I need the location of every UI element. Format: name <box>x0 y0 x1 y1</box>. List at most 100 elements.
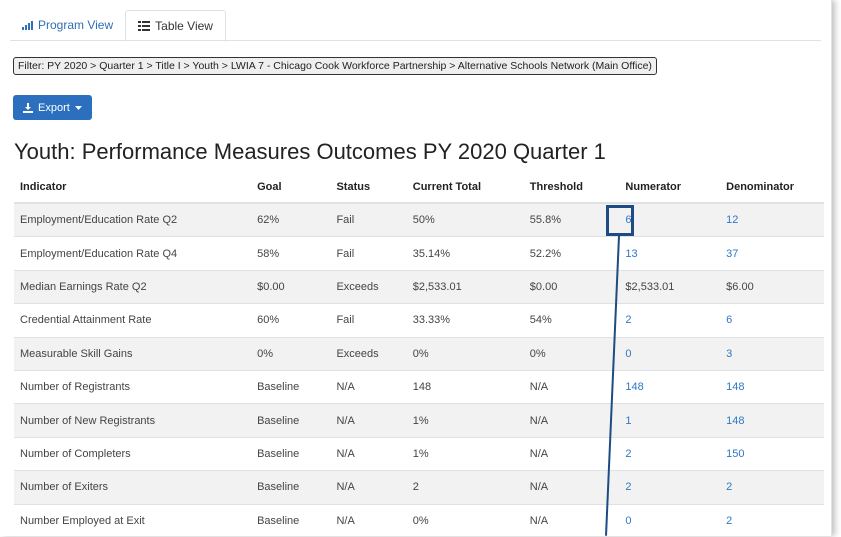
cell-denominator[interactable]: 150 <box>720 436 824 471</box>
cell-goal: Baseline <box>251 503 331 537</box>
cell-numerator[interactable]: 2 <box>619 470 721 505</box>
cell-status: N/A <box>330 503 407 537</box>
cell-current-total: 50% <box>406 202 524 237</box>
cell-indicator: Measurable Skill Gains <box>14 336 252 371</box>
cell-threshold: N/A <box>523 403 620 438</box>
cell-denominator[interactable]: 12 <box>720 202 824 237</box>
cell-numerator[interactable]: 2 <box>619 303 721 338</box>
cell-goal: Baseline <box>251 369 331 404</box>
cell-indicator: Number of Registrants <box>14 369 252 404</box>
export-button[interactable]: Export <box>13 95 92 120</box>
caret-down-icon <box>74 105 82 110</box>
header-numerator[interactable]: Numerator <box>619 172 721 204</box>
cell-numerator[interactable]: 13 <box>619 236 721 271</box>
cell-numerator[interactable]: 148 <box>619 369 721 404</box>
cell-threshold: $0.00 <box>523 269 620 304</box>
header-goal[interactable]: Goal <box>251 172 331 204</box>
cell-status: Exceeds <box>330 336 407 371</box>
cell-goal: 58% <box>251 236 331 271</box>
list-icon <box>138 21 151 31</box>
cell-goal: 0% <box>251 336 331 371</box>
cell-indicator: Number of Completers <box>14 436 252 471</box>
cell-indicator: Employment/Education Rate Q4 <box>14 236 252 271</box>
cell-indicator: Median Earnings Rate Q2 <box>14 269 252 304</box>
table-row: Measurable Skill Gains 0% Exceeds 0% 0% 0 3 <box>14 336 824 371</box>
cell-numerator[interactable]: 0 <box>619 336 721 371</box>
cell-current-total: 35.14% <box>406 236 524 271</box>
export-label: Export <box>38 101 70 114</box>
cell-status: N/A <box>330 436 407 471</box>
cell-goal: Baseline <box>251 436 331 471</box>
cell-current-total: 148 <box>406 369 524 404</box>
cell-numerator[interactable]: 1 <box>619 403 721 438</box>
cell-denominator[interactable]: 148 <box>720 403 824 438</box>
table-row: Number Employed at Exit Baseline N/A 0% N/A 0… <box>14 503 824 537</box>
cell-indicator: Number Employed at Exit <box>14 503 252 537</box>
cell-threshold: 52.2% <box>523 236 620 271</box>
cell-status: Exceeds <box>330 269 407 304</box>
cell-threshold: 55.8% <box>523 202 620 237</box>
cell-indicator: Number of Exiters <box>14 470 252 505</box>
cell-denominator[interactable]: 148 <box>720 369 824 404</box>
cell-current-total: 1% <box>406 436 524 471</box>
cell-current-total: $2,533.01 <box>406 269 524 304</box>
tab-table-view[interactable]: Table View <box>125 10 226 42</box>
table-row: Median Earnings Rate Q2 $0.00 Exceeds $2,53… <box>14 269 824 304</box>
cell-denominator[interactable]: 2 <box>720 470 824 505</box>
cell-current-total: 33.33% <box>406 303 524 338</box>
performance-table: Indicator Goal Status Current Total Thre… <box>14 172 824 537</box>
cell-current-total: 0% <box>406 503 524 537</box>
table-row: Number of New Registrants Baseline N/A 1% N/… <box>14 403 824 438</box>
page-frame: Program View Table View Filter: PY 2020 … <box>0 0 832 537</box>
cell-threshold: N/A <box>523 436 620 471</box>
table-row: Number of Completers Baseline N/A 1% N/A 2 150 <box>14 436 824 471</box>
tab-divider <box>10 40 821 41</box>
cell-current-total: 1% <box>406 403 524 438</box>
header-denominator[interactable]: Denominator <box>720 172 824 204</box>
cell-status: Fail <box>330 236 407 271</box>
table-row: Number of Registrants Baseline N/A 148 N/A 14… <box>14 369 824 404</box>
cell-numerator: $2,533.01 <box>619 269 721 304</box>
header-threshold[interactable]: Threshold <box>523 172 620 204</box>
header-status[interactable]: Status <box>330 172 407 204</box>
cell-status: N/A <box>330 369 407 404</box>
page-title: Youth: Performance Measures Outcomes PY … <box>14 139 606 164</box>
cell-threshold: N/A <box>523 369 620 404</box>
bar-chart-icon <box>22 20 33 30</box>
filter-breadcrumb: Filter: PY 2020 > Quarter 1 > Title I > … <box>13 57 657 75</box>
cell-threshold: N/A <box>523 470 620 505</box>
cell-goal: Baseline <box>251 403 331 438</box>
cell-threshold: 54% <box>523 303 620 338</box>
cell-indicator: Number of New Registrants <box>14 403 252 438</box>
table-row: Employment/Education Rate Q4 58% Fail 35.14… <box>14 236 824 271</box>
table-row: Credential Attainment Rate 60% Fail 33.33% 5… <box>14 303 824 338</box>
cell-denominator[interactable]: 37 <box>720 236 824 271</box>
cell-threshold: 0% <box>523 336 620 371</box>
cell-numerator[interactable]: 6 <box>619 202 721 237</box>
tab-table-view-label: Table View <box>155 19 213 33</box>
cell-status: Fail <box>330 202 407 237</box>
cell-indicator: Employment/Education Rate Q2 <box>14 202 252 237</box>
table-header-row: Indicator Goal Status Current Total Thre… <box>14 172 824 204</box>
cell-denominator[interactable]: 2 <box>720 503 824 537</box>
cell-status: Fail <box>330 303 407 338</box>
cell-denominator[interactable]: 3 <box>720 336 824 371</box>
tab-program-view[interactable]: Program View <box>10 10 125 40</box>
download-icon <box>23 102 33 113</box>
cell-goal: 60% <box>251 303 331 338</box>
table-row: Number of Exiters Baseline N/A 2 N/A 2 2 <box>14 470 824 505</box>
cell-numerator[interactable]: 2 <box>619 436 721 471</box>
header-indicator[interactable]: Indicator <box>14 172 252 204</box>
cell-numerator[interactable]: 0 <box>619 503 721 537</box>
tab-program-view-label: Program View <box>38 18 114 32</box>
cell-threshold: N/A <box>523 503 620 537</box>
header-current-total[interactable]: Current Total <box>406 172 524 204</box>
cell-status: N/A <box>330 470 407 505</box>
cell-current-total: 2 <box>406 470 524 505</box>
cell-denominator[interactable]: 6 <box>720 303 824 338</box>
cell-indicator: Credential Attainment Rate <box>14 303 252 338</box>
cell-goal: $0.00 <box>251 269 331 304</box>
cell-denominator: $6.00 <box>720 269 824 304</box>
view-tabs: Program View Table View <box>10 10 226 42</box>
cell-status: N/A <box>330 403 407 438</box>
